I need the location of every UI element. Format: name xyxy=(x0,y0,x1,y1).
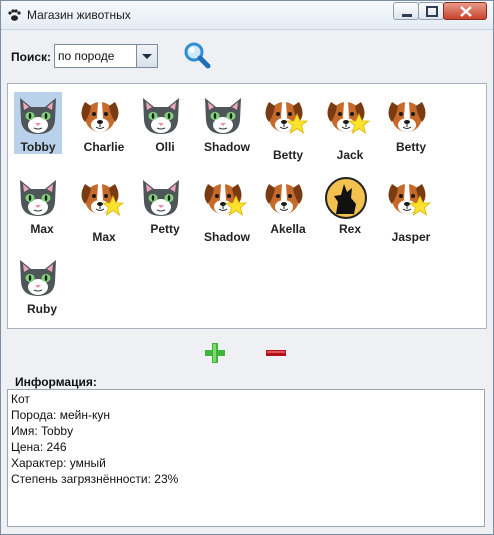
pet-item-rex[interactable]: Rex xyxy=(320,170,380,250)
dog-star-icon xyxy=(76,174,125,222)
maximize-button[interactable] xyxy=(418,2,444,20)
dog-star-icon xyxy=(199,174,248,222)
search-mode-select[interactable]: по породе xyxy=(54,44,158,68)
action-bar xyxy=(1,337,493,369)
cat-icon xyxy=(14,254,62,302)
search-icon[interactable] xyxy=(181,40,213,72)
cat-icon xyxy=(14,174,62,222)
close-button[interactable] xyxy=(443,2,487,20)
dog-star-icon xyxy=(383,174,432,222)
pet-name: Tobby xyxy=(14,140,62,154)
info-text-area[interactable]: Кот Порода: мейн-кун Имя: Tobby Цена: 246 Ха… xyxy=(7,389,485,527)
window-title: Магазин животных xyxy=(27,8,131,22)
search-mode-value: по породе xyxy=(58,49,115,63)
search-bar: Поиск: по породе xyxy=(1,35,493,79)
info-line: Кот xyxy=(11,392,30,406)
info-line: Цена: 246 xyxy=(11,440,67,454)
cat-icon xyxy=(137,92,185,140)
pet-item-akella[interactable]: Akella xyxy=(258,170,318,250)
pet-item-ruby[interactable]: Ruby xyxy=(12,250,72,330)
maximize-icon xyxy=(426,6,438,17)
cat-icon xyxy=(199,92,247,140)
minimize-button[interactable] xyxy=(393,2,419,20)
close-icon xyxy=(460,6,472,17)
pet-item-charlie[interactable]: Charlie xyxy=(74,88,134,168)
dog-star-icon xyxy=(260,92,309,140)
wolf-icon xyxy=(322,174,370,222)
dog-icon xyxy=(76,92,124,140)
info-line: Степень загрязнённости: 23% xyxy=(11,472,179,486)
pet-item-shadow[interactable]: Shadow xyxy=(197,170,257,250)
title-bar: Магазин животных xyxy=(1,1,493,30)
dog-icon xyxy=(260,174,308,222)
add-icon[interactable] xyxy=(204,342,226,364)
dog-star-icon xyxy=(322,92,371,140)
pet-name: Ruby xyxy=(27,302,57,316)
info-line: Порода: мейн-кун xyxy=(11,408,110,422)
pet-item-betty[interactable]: Betty xyxy=(381,88,441,168)
pet-grid: Tobby Charlie Olli Shadow Betty Jack Betty Max M… xyxy=(7,83,487,329)
pet-item-olli[interactable]: Olli xyxy=(135,88,195,168)
info-line: Имя: Tobby xyxy=(11,424,74,438)
pet-item-shadow[interactable]: Shadow xyxy=(197,88,257,168)
pet-item-jasper[interactable]: Jasper xyxy=(381,170,441,250)
chevron-down-icon xyxy=(142,54,152,59)
cat-icon xyxy=(137,174,185,222)
minimize-icon xyxy=(402,14,412,17)
search-label: Поиск: xyxy=(11,50,52,64)
dog-icon xyxy=(383,92,431,140)
info-line: Характер: умный xyxy=(11,456,106,470)
dropdown-button[interactable] xyxy=(136,45,157,67)
pet-name: Jasper xyxy=(391,230,431,244)
pet-item-jack[interactable]: Jack xyxy=(320,88,380,168)
pet-item-tobby[interactable]: Tobby xyxy=(12,88,72,168)
info-label: Информация: xyxy=(14,375,98,389)
info-panel: Кот Порода: мейн-кун Имя: Tobby Цена: 246 Ха… xyxy=(7,375,487,531)
pet-item-petty[interactable]: Petty xyxy=(135,170,195,250)
app-window: Магазин животных Поиск: по породе Tobby C… xyxy=(0,0,494,535)
remove-icon[interactable] xyxy=(265,342,287,364)
paw-icon xyxy=(8,9,21,21)
pet-name: Betty xyxy=(395,140,426,154)
cat-icon xyxy=(14,92,62,140)
pet-item-betty[interactable]: Betty xyxy=(258,88,318,168)
pet-item-max[interactable]: Max xyxy=(12,170,72,250)
pet-item-max[interactable]: Max xyxy=(74,170,134,250)
